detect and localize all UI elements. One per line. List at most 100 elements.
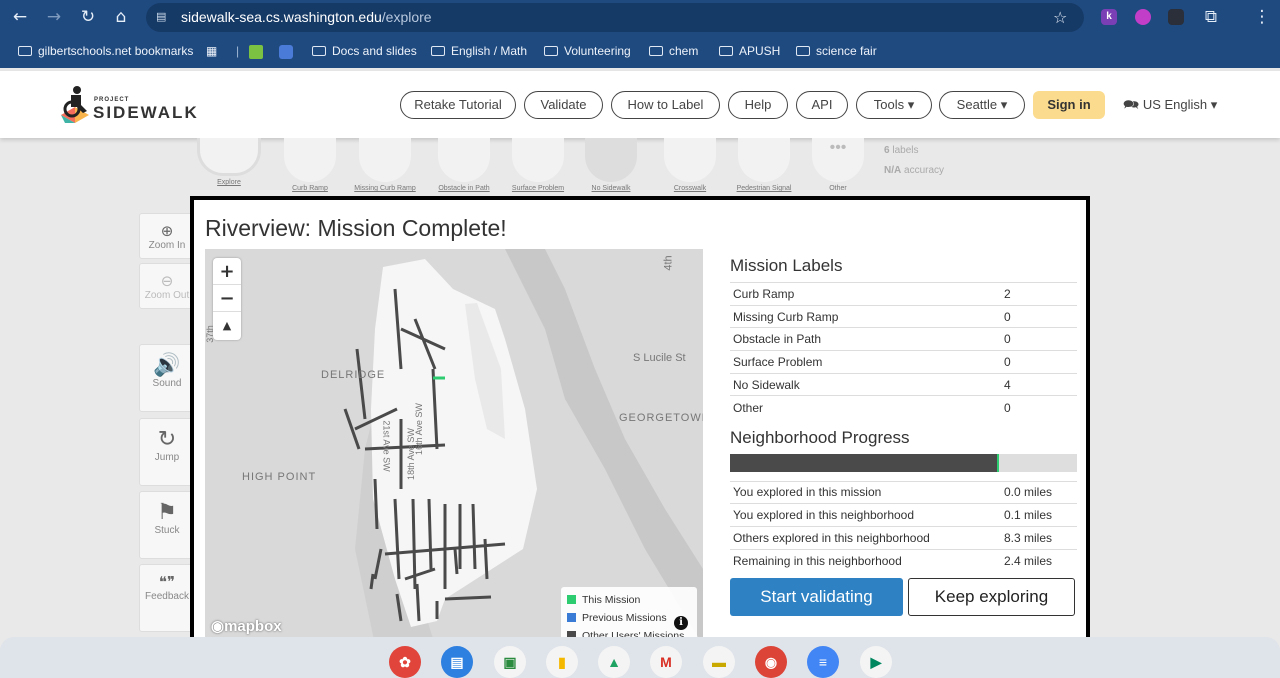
back-arrow-icon[interactable]: ← <box>10 7 30 27</box>
feedback-icon: ❝❞ <box>158 573 176 591</box>
tool-surface-problem[interactable]: Surface Problem <box>507 138 569 192</box>
chrome-app-icon[interactable]: ◉ <box>755 646 787 678</box>
zoom-in-tool[interactable]: ⊕ Zoom In <box>139 213 195 259</box>
map-label-21st-ave: 21st Ave SW <box>381 420 392 472</box>
tool-curb-ramp[interactable]: Curb Ramp <box>282 138 338 192</box>
extension-record-icon[interactable] <box>1135 9 1151 25</box>
caret-down-icon: ▾ <box>907 97 915 112</box>
bookmark-science-fair[interactable]: science fair <box>796 44 877 58</box>
forward-arrow-icon[interactable]: → <box>44 7 64 27</box>
api-button[interactable]: API <box>796 91 848 119</box>
classroom-app-icon[interactable]: ▤ <box>441 646 473 678</box>
table-row: Missing Curb Ramp 0 <box>730 304 1077 328</box>
map-label-16th-ave: 16th Ave SW <box>413 403 424 455</box>
apps-grid-icon[interactable]: ▦ <box>206 44 217 58</box>
menu-kebab-icon[interactable]: ⋮ <box>1252 7 1272 27</box>
tool-no-sidewalk[interactable]: No Sidewalk <box>582 138 640 192</box>
labels-count-stat: 6 labels <box>884 145 919 156</box>
os-shelf: ✿ ▤ ▣ ▮ ▲ M ▬ ◉ ≡ ▶ <box>0 637 1280 678</box>
stuck-tool[interactable]: ⚑ Stuck <box>139 491 195 559</box>
label-toolbar: Explore Curb Ramp Missing Curb Ramp Obst… <box>190 138 1090 198</box>
sound-tool[interactable]: 🔊 Sound <box>139 344 195 412</box>
mission-map[interactable]: + − ▲ DELRIDGE HIGH POINT GEORGETOWN S L… <box>205 249 703 645</box>
jump-tool[interactable]: ↻ Jump <box>139 418 195 486</box>
gmail-app-icon[interactable]: M <box>650 646 682 678</box>
sign-in-button[interactable]: Sign in <box>1033 91 1105 119</box>
how-to-label-button[interactable]: How to Label <box>611 91 720 119</box>
jump-icon: ↻ <box>157 427 177 452</box>
caret-down-icon: ▾ <box>1000 97 1008 112</box>
keep-app-icon[interactable]: ▮ <box>546 646 578 678</box>
validate-button[interactable]: Validate <box>524 91 603 119</box>
tool-explore[interactable]: Explore <box>196 138 262 186</box>
progress-table: You explored in this mission 0.0 miles Yo… <box>730 480 1077 572</box>
map-info-icon[interactable]: i <box>674 616 688 630</box>
tool-crosswalk[interactable]: Crosswalk <box>662 138 718 192</box>
bookmark-docs-slides[interactable]: Docs and slides <box>312 44 417 58</box>
tools-dropdown[interactable]: Tools ▾ <box>856 91 932 119</box>
compass-icon[interactable]: ▲ <box>213 312 241 339</box>
zoom-out-tool[interactable]: ⊖ Zoom Out <box>139 263 195 309</box>
bookmark-app-icon[interactable] <box>279 45 293 59</box>
browser-toolbar: ← → ↻ ⌂ ▤ sidewalk-sea.cs.washington.edu… <box>0 0 1280 35</box>
neighborhood-progress-bar <box>730 453 1077 472</box>
table-row: You explored in this mission 0.0 miles <box>730 480 1077 504</box>
play-store-app-icon[interactable]: ▶ <box>860 646 892 678</box>
tool-other[interactable]: ••• Other <box>810 138 866 192</box>
bookmark-chem[interactable]: chem <box>649 44 698 58</box>
mapbox-logo-icon: ◉ <box>211 618 225 635</box>
map-label-4th: 4th <box>662 255 675 271</box>
feedback-tool[interactable]: ❝❞ Feedback <box>139 564 195 632</box>
mission-summary-panel: Mission Labels Curb Ramp 2 Missing Curb R… <box>730 256 1077 572</box>
reload-icon[interactable]: ↻ <box>78 7 98 27</box>
table-row: Remaining in this neighborhood 2.4 miles <box>730 548 1077 572</box>
signpost-icon: ⚑ <box>157 500 177 525</box>
bookmark-star-icon[interactable]: ☆ <box>1053 8 1067 27</box>
keep-exploring-button[interactable]: Keep exploring <box>908 578 1075 616</box>
table-row: Curb Ramp 2 <box>730 282 1077 306</box>
map-zoom-in-button[interactable]: + <box>213 258 241 285</box>
project-sidewalk-logo-icon[interactable] <box>57 85 93 123</box>
google-classroom-icon[interactable]: ▣ <box>494 646 526 678</box>
mission-labels-heading: Mission Labels <box>730 256 843 275</box>
slides-app-icon[interactable]: ▬ <box>703 646 735 678</box>
progress-fill <box>730 453 998 472</box>
bookmark-english-math[interactable]: English / Math <box>431 44 527 58</box>
tool-missing-curb-ramp[interactable]: Missing Curb Ramp <box>349 138 421 192</box>
tool-obstacle-in-path[interactable]: Obstacle in Path <box>434 138 494 192</box>
canvas-app-icon[interactable]: ✿ <box>389 646 421 678</box>
drive-app-icon[interactable]: ▲ <box>598 646 630 678</box>
speaker-icon: 🔊 <box>153 353 181 378</box>
tool-pedestrian-signal[interactable]: Pedestrian Signal <box>731 138 797 192</box>
map-label-delridge: DELRIDGE <box>321 369 386 381</box>
bookmark-c-icon[interactable] <box>249 45 263 59</box>
home-icon[interactable]: ⌂ <box>111 7 131 27</box>
bookmark-gilbertschools[interactable]: gilbertschools.net bookmarks <box>18 44 193 58</box>
zoom-out-icon: ⊖ <box>160 272 174 290</box>
mission-complete-modal: Riverview: Mission Complete! + − ▲ DELRI… <box>190 196 1090 660</box>
map-label-lucile-st: S Lucile St <box>633 352 686 364</box>
map-zoom-out-button[interactable]: − <box>213 285 241 312</box>
table-row: No Sidewalk 4 <box>730 372 1077 396</box>
city-dropdown[interactable]: Seattle ▾ <box>939 91 1025 119</box>
address-bar[interactable]: ▤ sidewalk-sea.cs.washington.edu/explore… <box>146 3 1084 32</box>
bookmark-volunteering[interactable]: Volunteering <box>544 44 631 58</box>
docs-app-icon[interactable]: ≡ <box>807 646 839 678</box>
legend-this-mission: This Mission <box>567 591 691 609</box>
site-info-icon[interactable]: ▤ <box>156 10 172 24</box>
mapbox-attribution[interactable]: ◉mapbox <box>211 617 282 635</box>
progress-mission-marker <box>997 453 1000 472</box>
language-dropdown[interactable]: 🗪 US English ▾ <box>1123 96 1217 118</box>
start-validating-button[interactable]: Start validating <box>730 578 903 616</box>
extension-k-icon[interactable]: k <box>1101 9 1117 25</box>
bookmark-apush[interactable]: APUSH <box>719 44 780 58</box>
logo-sidewalk-text[interactable]: SIDEWALK <box>93 103 199 123</box>
table-row: Others explored in this neighborhood 8.3 … <box>730 526 1077 550</box>
help-button[interactable]: Help <box>728 91 788 119</box>
extension-screenshot-icon[interactable] <box>1168 9 1184 25</box>
retake-tutorial-button[interactable]: Retake Tutorial <box>400 91 516 119</box>
zoom-in-icon: ⊕ <box>160 222 174 240</box>
map-label-37th: 37th <box>205 325 215 343</box>
extensions-puzzle-icon[interactable]: ⧉ <box>1201 7 1221 27</box>
map-label-georgetown: GEORGETOWN <box>619 412 703 424</box>
